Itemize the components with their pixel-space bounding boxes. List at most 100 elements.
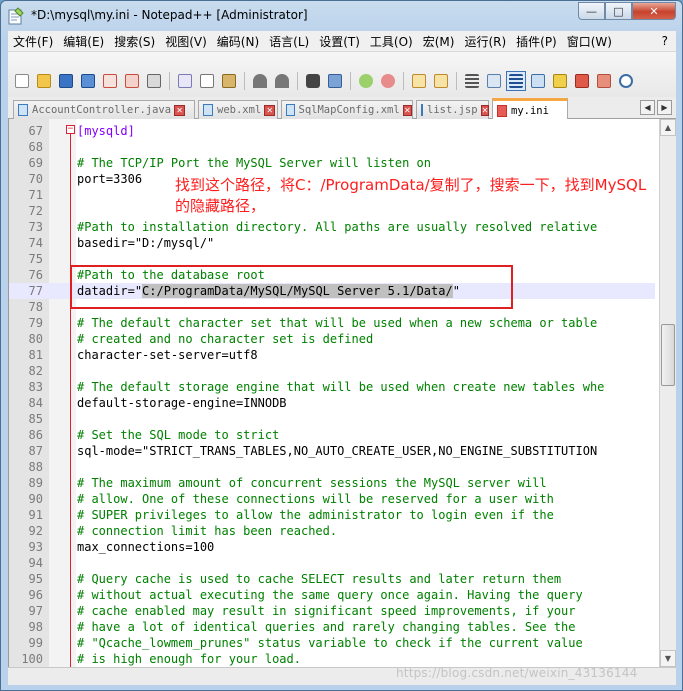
line-number: 94 xyxy=(28,556,43,570)
menu-item[interactable]: 工具(O) xyxy=(365,33,418,50)
save-button[interactable] xyxy=(56,71,76,91)
indent-guide-button[interactable] xyxy=(506,71,526,91)
code-line[interactable]: 85 xyxy=(9,411,655,427)
file-tab[interactable]: web.xml ✕ xyxy=(198,100,278,119)
line-number: 79 xyxy=(28,316,43,330)
save-all-button[interactable] xyxy=(78,71,98,91)
code-line[interactable]: 73 #Path to installation directory. All p… xyxy=(9,219,655,235)
menu-item[interactable]: 文件(F) xyxy=(8,33,58,50)
code-line[interactable]: 80 # created and no character set is defi… xyxy=(9,331,655,347)
menu-item[interactable]: 搜索(S) xyxy=(109,33,160,50)
tab-scroll-left-button[interactable]: ◀ xyxy=(640,100,655,115)
show-all-chars-button[interactable] xyxy=(484,71,504,91)
monitoring-button[interactable] xyxy=(616,71,636,91)
code-line[interactable]: 83 # The default storage engine that will… xyxy=(9,379,655,395)
scroll-down-button[interactable]: ▼ xyxy=(660,650,676,667)
tab-close-icon[interactable]: ✕ xyxy=(480,104,490,116)
line-number: 73 xyxy=(28,220,43,234)
code-line[interactable]: 86 # Set the SQL mode to strict xyxy=(9,427,655,443)
close-button[interactable]: ✕ xyxy=(632,2,676,20)
code-line[interactable]: 68 xyxy=(9,139,655,155)
line-number: 84 xyxy=(28,396,43,410)
find-button[interactable] xyxy=(303,71,323,91)
code-line[interactable]: 82 xyxy=(9,363,655,379)
code-line[interactable]: 87 sql-mode="STRICT_TRANS_TABLES,NO_AUTO_… xyxy=(9,443,655,459)
file-tab[interactable]: SqlMapConfig.xml ✕ xyxy=(281,100,413,119)
menu-item[interactable]: 窗口(W) xyxy=(562,33,617,50)
code-line[interactable]: 96 # without actual executing the same qu… xyxy=(9,587,655,603)
replace-button[interactable] xyxy=(325,71,345,91)
code-line[interactable]: 79 # The default character set that will … xyxy=(9,315,655,331)
file-tab[interactable]: AccountController.java ✕ xyxy=(13,100,195,119)
tab-close-icon[interactable]: ✕ xyxy=(402,104,412,116)
menu-item[interactable]: 视图(V) xyxy=(160,33,212,50)
code-text: # have a lot of identical queries and ra… xyxy=(77,619,576,635)
line-number: 78 xyxy=(28,300,43,314)
maximize-button[interactable]: □ xyxy=(605,2,632,20)
user-language-button[interactable] xyxy=(528,71,548,91)
code-line[interactable]: 74 basedir="D:/mysql/" xyxy=(9,235,655,251)
menu-item[interactable]: 编码(N) xyxy=(212,33,264,50)
cut-button[interactable] xyxy=(175,71,195,91)
file-tab[interactable]: list.jsp ✕ xyxy=(416,100,490,119)
tab-scroll-right-button[interactable]: ▶ xyxy=(657,100,672,115)
code-token: = xyxy=(134,444,143,458)
code-line[interactable]: 92 # connection limit has been reached. xyxy=(9,523,655,539)
print-button[interactable] xyxy=(144,71,164,91)
menu-item[interactable]: 插件(P) xyxy=(511,33,562,50)
zoom-in-button[interactable] xyxy=(356,71,376,91)
code-token: # without actual executing the same quer… xyxy=(77,588,583,602)
zoom-out-button[interactable] xyxy=(378,71,398,91)
menu-item[interactable]: 宏(M) xyxy=(418,33,460,50)
scroll-up-button[interactable]: ▲ xyxy=(660,119,676,136)
code-line[interactable]: 91 # SUPER privileges to allow the admini… xyxy=(9,507,655,523)
function-list-button[interactable] xyxy=(572,71,592,91)
sync-horizontal-button[interactable] xyxy=(431,71,451,91)
title-bar[interactable]: *D:\mysql\my.ini - Notepad++ [Administra… xyxy=(1,1,682,31)
line-number: 83 xyxy=(28,380,43,394)
copy-button[interactable] xyxy=(197,71,217,91)
doc-map-button[interactable] xyxy=(550,71,570,91)
code-line[interactable]: 98 # have a lot of identical queries and … xyxy=(9,619,655,635)
close-all-button[interactable] xyxy=(122,71,142,91)
scroll-thumb[interactable] xyxy=(661,324,675,386)
paste-button[interactable] xyxy=(219,71,239,91)
code-line[interactable]: 97 # cache enabled may result in signific… xyxy=(9,603,655,619)
code-line[interactable]: 100 # is high enough for your load. xyxy=(9,651,655,667)
code-text: character-set-server=utf8 xyxy=(77,347,258,363)
word-wrap-button[interactable] xyxy=(462,71,482,91)
tab-close-icon[interactable]: ✕ xyxy=(174,104,186,116)
code-line[interactable]: 81 character-set-server=utf8 xyxy=(9,347,655,363)
code-line[interactable]: 90 # allow. One of these connections will… xyxy=(9,491,655,507)
menu-item[interactable]: ? xyxy=(657,34,676,48)
open-file-button[interactable] xyxy=(34,71,54,91)
undo-button[interactable] xyxy=(250,71,270,91)
code-line[interactable]: 99 # "Qcache_lowmem_prunes" status variab… xyxy=(9,635,655,651)
file-tab[interactable]: my.ini xyxy=(492,98,568,120)
code-text: # created and no character set is define… xyxy=(77,331,373,347)
folder-workspace-button[interactable] xyxy=(594,71,614,91)
copy-icon xyxy=(200,74,214,88)
new-file-button[interactable] xyxy=(12,71,32,91)
code-line[interactable]: 67 [mysqld] xyxy=(9,123,655,139)
code-line[interactable]: 93 max_connections=100 xyxy=(9,539,655,555)
code-line[interactable]: 84 default-storage-engine=INNODB xyxy=(9,395,655,411)
menu-item[interactable]: 设置(T) xyxy=(314,33,365,50)
code-line[interactable]: 88 xyxy=(9,459,655,475)
code-text: # Query cache is used to cache SELECT re… xyxy=(77,571,561,587)
code-line[interactable]: 69 # The TCP/IP Port the MySQL Server wil… xyxy=(9,155,655,171)
menu-item[interactable]: 语言(L) xyxy=(264,33,314,50)
line-number: 68 xyxy=(28,140,43,154)
code-token: port xyxy=(77,172,106,186)
menu-item[interactable]: 编辑(E) xyxy=(58,33,109,50)
close-file-icon xyxy=(103,74,117,88)
code-line[interactable]: 94 xyxy=(9,555,655,571)
redo-button[interactable] xyxy=(272,71,292,91)
code-line[interactable]: 89 # The maximum amount of concurrent ses… xyxy=(9,475,655,491)
sync-vertical-button[interactable] xyxy=(409,71,429,91)
code-line[interactable]: 95 # Query cache is used to cache SELECT … xyxy=(9,571,655,587)
menu-item[interactable]: 运行(R) xyxy=(459,33,511,50)
close-file-button[interactable] xyxy=(100,71,120,91)
tab-close-icon[interactable]: ✕ xyxy=(264,104,276,116)
minimize-button[interactable]: — xyxy=(578,2,605,20)
